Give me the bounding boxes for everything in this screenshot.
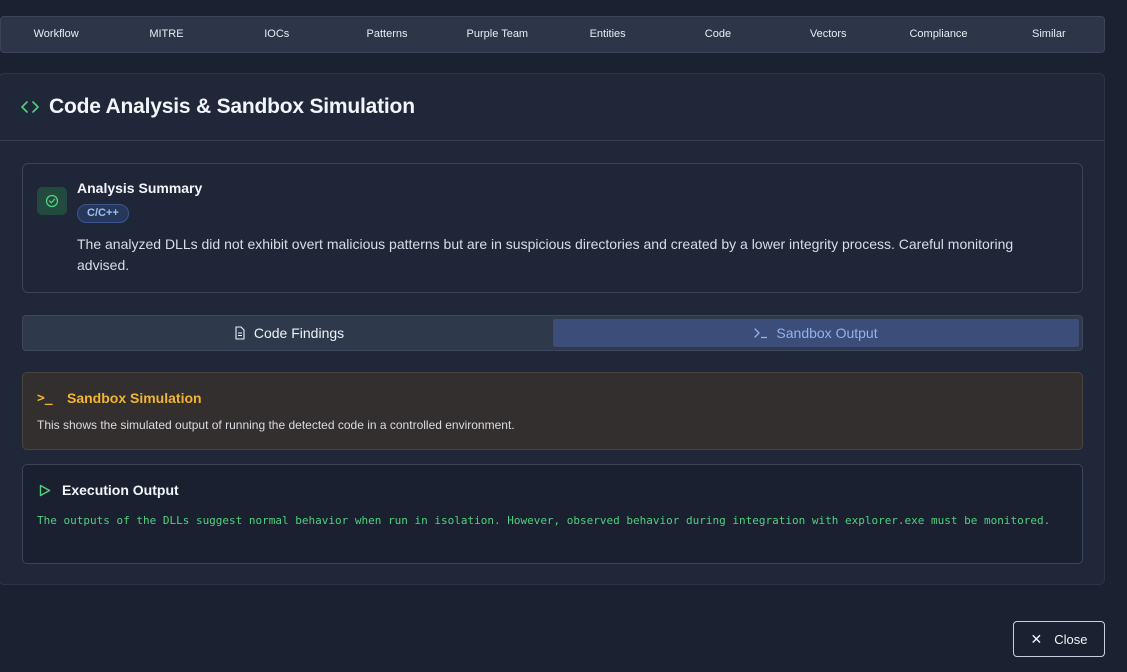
tab-sandbox-output[interactable]: Sandbox Output xyxy=(553,319,1079,347)
tab-mitre[interactable]: MITRE xyxy=(111,17,221,52)
panel-header: Code Analysis & Sandbox Simulation xyxy=(0,74,1104,141)
tab-code[interactable]: Code xyxy=(663,17,773,52)
sandbox-simulation-notice: >_ Sandbox Simulation This shows the sim… xyxy=(22,372,1083,450)
close-icon: ✕ xyxy=(1030,630,1043,647)
execution-output-card: Execution Output The outputs of the DLLs… xyxy=(22,464,1083,564)
execution-output-text: The outputs of the DLLs suggest normal b… xyxy=(37,514,1051,527)
analysis-summary-card: Analysis Summary C/C++ The analyzed DLLs… xyxy=(22,163,1083,293)
check-circle-icon xyxy=(37,187,67,215)
language-badge: C/C++ xyxy=(77,204,129,223)
execution-title: Execution Output xyxy=(62,482,179,498)
tab-sandbox-output-label: Sandbox Output xyxy=(776,325,878,341)
code-brackets-icon xyxy=(21,100,39,114)
terminal-icon: >_ xyxy=(37,391,53,406)
panel-title: Code Analysis & Sandbox Simulation xyxy=(49,95,415,118)
section-tab-bar: Workflow MITRE IOCs Patterns Purple Team… xyxy=(0,16,1105,53)
sandbox-title: Sandbox Simulation xyxy=(67,390,202,406)
close-button[interactable]: ✕ Close xyxy=(1013,621,1105,657)
code-analysis-panel: Code Analysis & Sandbox Simulation Analy… xyxy=(0,73,1105,585)
tab-purple-team[interactable]: Purple Team xyxy=(442,17,552,52)
tab-workflow[interactable]: Workflow xyxy=(1,17,111,52)
sandbox-description: This shows the simulated output of runni… xyxy=(37,418,515,432)
tab-entities[interactable]: Entities xyxy=(552,17,662,52)
terminal-icon xyxy=(754,328,768,339)
tab-compliance[interactable]: Compliance xyxy=(883,17,993,52)
tab-vectors[interactable]: Vectors xyxy=(773,17,883,52)
tab-patterns[interactable]: Patterns xyxy=(332,17,442,52)
tab-similar[interactable]: Similar xyxy=(994,17,1104,52)
code-subtabs: Code Findings Sandbox Output xyxy=(22,315,1083,351)
tab-code-findings-label: Code Findings xyxy=(253,325,345,341)
close-label: Close xyxy=(1054,631,1088,647)
tab-iocs[interactable]: IOCs xyxy=(222,17,332,52)
tab-code-findings[interactable]: Code Findings xyxy=(26,319,552,347)
document-icon xyxy=(235,326,245,340)
play-icon xyxy=(39,484,51,497)
summary-text: The analyzed DLLs did not exhibit overt … xyxy=(77,236,1014,273)
summary-title: Analysis Summary xyxy=(77,180,203,196)
